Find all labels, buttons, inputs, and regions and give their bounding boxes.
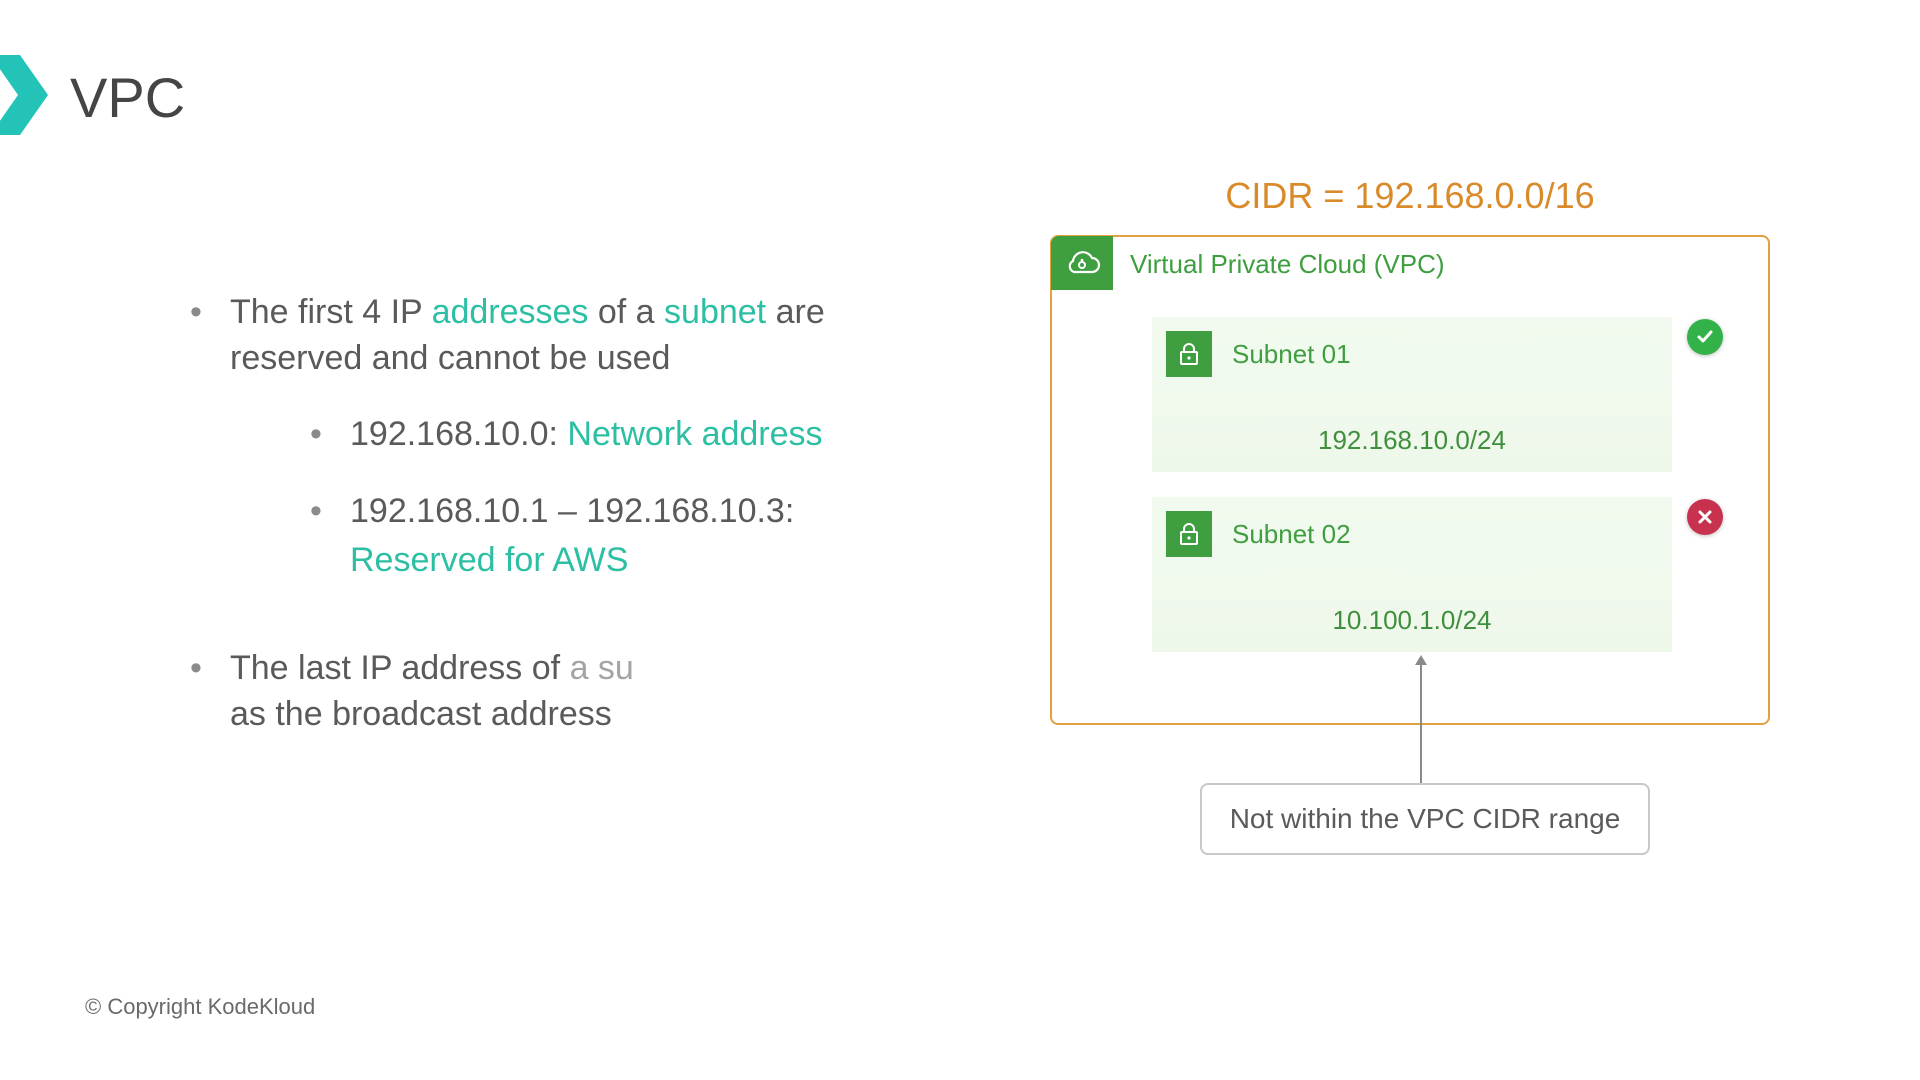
text: 192.168.10.1 – 192.168.10.3: (350, 492, 794, 530)
bullet-last-ip: The last IP address of a su as the broad… (180, 646, 910, 738)
sub-reserved-aws: 192.168.10.1 – 192.168.10.3: Reserved fo… (230, 487, 910, 586)
vpc-cloud-icon (1051, 236, 1113, 290)
subnet-lock-icon (1166, 331, 1212, 377)
vpc-label: Virtual Private Cloud (VPC) (1130, 249, 1445, 280)
text: of a (588, 293, 664, 331)
subnet-2: Subnet 02 10.100.1.0/24 (1152, 497, 1672, 652)
vpc-box: Virtual Private Cloud (VPC) Subnet 01 19… (1050, 235, 1770, 725)
hl-network-address: Network address (567, 415, 822, 453)
page-title: VPC (70, 65, 185, 130)
subnet2-ip: 10.100.1.0/24 (1152, 605, 1672, 636)
arrow-icon (1420, 657, 1422, 785)
subnet-lock-icon (1166, 511, 1212, 557)
text: 192.168.10.0: (350, 415, 567, 453)
bullet-first4: The first 4 IP addresses of a subnet are… (180, 290, 910, 586)
subnet1-ip: 192.168.10.0/24 (1152, 425, 1672, 456)
text-faded: a su (570, 649, 634, 687)
text: The first 4 IP (230, 293, 432, 331)
copyright: © Copyright KodeKloud (85, 994, 315, 1020)
note-box: Not within the VPC CIDR range (1200, 783, 1650, 855)
hl-reserved-aws: Reserved for AWS (350, 541, 628, 579)
subnet2-name: Subnet 02 (1232, 519, 1351, 550)
sub-network-addr: 192.168.10.0: Network address (230, 410, 910, 459)
subnet-1: Subnet 01 192.168.10.0/24 (1152, 317, 1672, 472)
cidr-label: CIDR = 192.168.0.0/16 (1050, 175, 1770, 217)
subnet1-name: Subnet 01 (1232, 339, 1351, 370)
slide-root: VPC The first 4 IP addresses of a subnet… (0, 0, 1920, 1080)
cross-icon (1687, 499, 1723, 535)
hl-subnet: subnet (664, 293, 766, 331)
check-icon (1687, 319, 1723, 355)
text: as the broadcast address (230, 695, 612, 733)
text: The last IP address of (230, 649, 570, 687)
content-area: The first 4 IP addresses of a subnet are… (180, 290, 910, 797)
vpc-diagram: CIDR = 192.168.0.0/16 Virtual Private Cl… (1050, 235, 1770, 725)
hl-addresses: addresses (432, 293, 589, 331)
